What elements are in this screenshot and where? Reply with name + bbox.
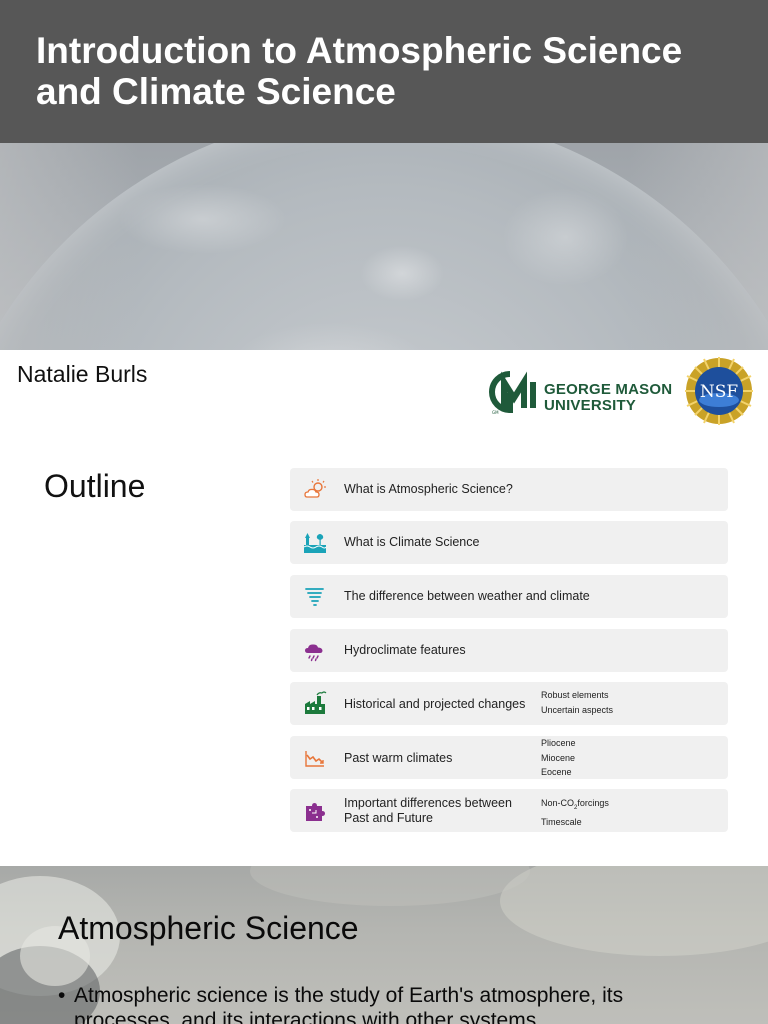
nsf-logo-text: NSF <box>700 382 739 402</box>
outline-item-past-warm-climates: Past warm climates Pliocene Miocene Eoce… <box>290 736 728 779</box>
outline-sub-item: Timescale <box>541 817 582 828</box>
partly-cloudy-icon <box>304 479 326 498</box>
outline-item-past-vs-future: Important differences between Past and F… <box>290 789 728 832</box>
gmu-logo: GM GEORGE MASON UNIVERSITY <box>480 368 680 418</box>
bullet-item: • Atmospheric science is the study of Ea… <box>58 983 708 1024</box>
climate-scene-icon <box>303 533 327 553</box>
trend-chart-icon <box>305 751 324 767</box>
outline-sub-item: Uncertain aspects <box>541 704 614 715</box>
gmu-mark-icon: GM <box>489 371 536 415</box>
outline-item-label: Historical and projected changes <box>344 697 526 711</box>
cloud-shape <box>250 866 530 906</box>
section-title: Atmospheric Science <box>58 910 359 946</box>
outline-sub-non-co: Non-CO <box>541 798 575 808</box>
bullet-text: Atmospheric science is the study of Eart… <box>74 984 624 1024</box>
outline-item-label-line1: Important differences between <box>344 796 512 810</box>
bullet-symbol: • <box>58 984 66 1007</box>
outline-item-label: What is Atmospheric Science? <box>344 482 513 496</box>
outline-item-label: Hydroclimate features <box>344 643 466 657</box>
outline-item-label: Important differences between Past and F… <box>344 796 512 826</box>
outline-item-subs: Pliocene Miocene Eocene <box>541 736 576 780</box>
gmu-mark-tm: GM <box>492 410 499 415</box>
earth-haze <box>0 143 768 350</box>
outline-item-weather-vs-climate: The difference between weather and clima… <box>290 575 728 618</box>
outline-item-label: Past warm climates <box>344 751 453 765</box>
slide-title: Introduction to Atmospheric Science and … <box>36 30 683 112</box>
gmu-wordmark-line1: GEORGE MASON <box>544 381 673 398</box>
outline-item-hydroclimate: Hydroclimate features <box>290 629 728 672</box>
outline-item-label-line2: Past and Future <box>344 811 433 825</box>
outline-title: Outline <box>44 468 146 504</box>
puzzle-icon <box>306 803 325 821</box>
title-slide: Introduction to Atmospheric Science and … <box>0 0 768 350</box>
gmu-wordmark: GEORGE MASON UNIVERSITY <box>544 382 672 414</box>
outline-sub-item: Eocene <box>541 767 572 777</box>
outline-item-label: The difference between weather and clima… <box>344 589 590 603</box>
factory-icon <box>305 691 327 714</box>
rain-cloud-icon <box>305 644 323 662</box>
outline-sub-item: Miocene <box>541 752 576 763</box>
outline-sub-item: Non-CO2forcings <box>541 796 609 815</box>
outline-sub-item: Robust elements <box>541 690 609 700</box>
outline-item-historical-projected: Historical and projected changes Robust … <box>290 682 728 725</box>
cloud-shape <box>500 866 768 956</box>
tornado-icon <box>305 588 324 606</box>
outline-sub-forcings: forcings <box>577 798 609 808</box>
outline-item-subs: Robust elements Uncertain aspects <box>541 688 613 717</box>
nsf-logo: NSF <box>685 357 753 425</box>
outline-item-climate-science: What is Climate Science <box>290 521 728 564</box>
outline-item-label: What is Climate Science <box>344 535 480 549</box>
outline-sub-item: Pliocene <box>541 738 576 748</box>
outline-item-atmospheric-science: What is Atmospheric Science? <box>290 468 728 511</box>
outline-item-subs: Non-CO2forcings Timescale <box>541 796 609 830</box>
author-name: Natalie Burls <box>17 361 148 387</box>
gmu-wordmark-line2: UNIVERSITY <box>544 397 637 414</box>
